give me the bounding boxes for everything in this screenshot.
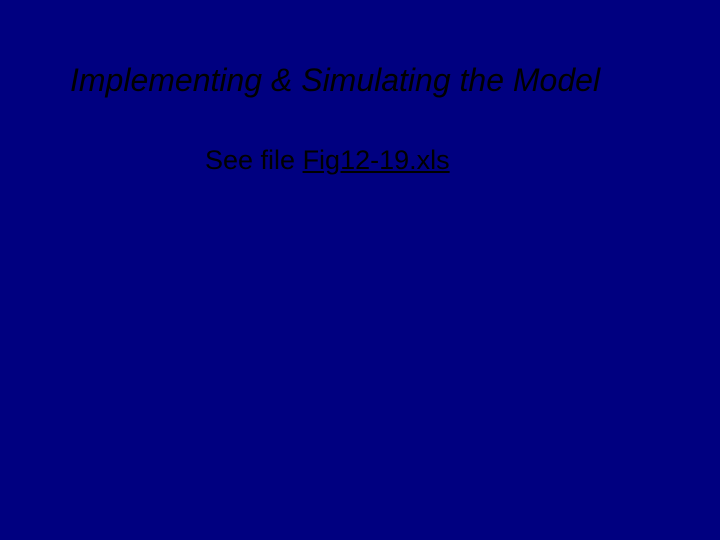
- file-link[interactable]: Fig12-19.xls: [303, 145, 450, 175]
- slide-title: Implementing & Simulating the Model: [0, 62, 720, 99]
- slide-body: See file Fig12-19.xls: [0, 145, 720, 176]
- slide-container: Implementing & Simulating the Model See …: [0, 0, 720, 540]
- body-prefix: See file: [205, 145, 303, 175]
